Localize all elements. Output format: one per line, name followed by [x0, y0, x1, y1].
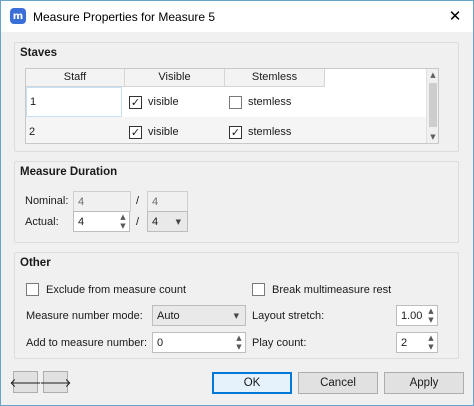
musescore-app-icon: m	[10, 8, 26, 24]
column-header-stemless[interactable]: Stemless	[225, 69, 325, 87]
next-measure-button[interactable]: 🡒	[39, 371, 72, 393]
arrow-left-icon: 🡐	[9, 375, 42, 390]
stemless-cell[interactable]: stemless	[229, 87, 291, 117]
break-multimeasure-rest-checkbox[interactable]	[252, 283, 265, 296]
table-row[interactable]: 2 ✓ visible ✓ stemless	[26, 117, 438, 143]
ok-button[interactable]: OK	[212, 372, 292, 394]
exclude-from-count-label: Exclude from measure count	[46, 283, 187, 296]
stemless-label: stemless	[248, 126, 292, 138]
scroll-down-icon[interactable]: ▼	[427, 131, 438, 143]
spin-down-icon[interactable]: ▼	[233, 343, 245, 353]
arrow-right-icon: 🡒	[39, 375, 72, 390]
visible-checkbox[interactable]: ✓	[129, 95, 142, 109]
add-to-measure-number-value: 0	[157, 336, 164, 349]
staves-group-title: Staves	[20, 47, 58, 59]
visible-checkbox[interactable]: ✓	[129, 125, 142, 139]
play-count-value: 2	[401, 336, 408, 349]
visible-cell[interactable]: ✓ visible	[129, 117, 179, 143]
scrollbar-thumb[interactable]	[429, 83, 437, 127]
spin-down-icon[interactable]: ▼	[425, 316, 437, 326]
staves-table: Staff Visible Stemless 1 ✓ visible steml…	[25, 68, 439, 144]
chevron-down-icon: ▼	[175, 218, 181, 226]
column-header-staff[interactable]: Staff	[26, 69, 125, 87]
apply-button[interactable]: Apply	[384, 372, 464, 394]
spin-up-icon[interactable]: ▲	[425, 333, 437, 343]
measure-duration-group-title: Measure Duration	[20, 166, 118, 178]
spin-down-icon[interactable]: ▼	[425, 343, 437, 353]
other-group-title: Other	[20, 257, 51, 269]
chevron-down-icon: ▼	[233, 312, 239, 320]
layout-stretch-spinbox[interactable]: 1.00 ▲ ▼	[396, 305, 438, 326]
actual-denominator-combobox[interactable]: 4 ▼	[147, 211, 188, 232]
actual-numerator-spin-buttons[interactable]: ▲ ▼	[117, 212, 129, 231]
exclude-from-count-option[interactable]: Exclude from measure count	[26, 283, 186, 296]
visible-label: visible	[148, 96, 179, 108]
actual-numerator-spinbox[interactable]: 4 ▲ ▼	[73, 211, 130, 232]
title-bar: m Measure Properties for Measure 5 ✕	[1, 1, 473, 32]
spin-down-icon[interactable]: ▼	[117, 222, 129, 232]
measure-number-mode-value: Auto	[157, 309, 180, 322]
add-to-measure-number-label: Add to measure number:	[26, 337, 148, 349]
stemless-cell[interactable]: ✓ stemless	[229, 117, 292, 143]
add-to-measure-number-spinbox[interactable]: 0 ▲ ▼	[152, 332, 246, 353]
actual-label: Actual:	[25, 216, 59, 228]
stemless-checkbox[interactable]	[229, 95, 242, 109]
visible-label: visible	[148, 126, 179, 138]
break-multimeasure-rest-option[interactable]: Break multimeasure rest	[252, 283, 391, 296]
cancel-button[interactable]: Cancel	[298, 372, 378, 394]
actual-denominator-value: 4	[152, 215, 159, 228]
nominal-label: Nominal:	[25, 195, 69, 207]
staves-scrollbar[interactable]: ▲ ▼	[426, 69, 438, 143]
close-icon[interactable]: ✕	[445, 6, 465, 26]
staves-table-header: Staff Visible Stemless	[26, 69, 438, 87]
measure-number-mode-combobox[interactable]: Auto ▼	[152, 305, 246, 326]
measure-duration-group: Measure Duration Nominal: 4 / 4 Actual: …	[14, 161, 459, 243]
play-count-label: Play count:	[252, 337, 307, 349]
nominal-separator: /	[136, 195, 140, 207]
layout-stretch-spin-buttons[interactable]: ▲ ▼	[425, 306, 437, 325]
measure-number-mode-label: Measure number mode:	[26, 310, 143, 322]
previous-measure-button[interactable]: 🡐	[9, 371, 42, 393]
staves-group: Staves Staff Visible Stemless 1 ✓ visibl…	[14, 42, 459, 152]
layout-stretch-value: 1.00	[401, 309, 423, 322]
nominal-numerator-field: 4	[73, 191, 131, 212]
other-group: Other Exclude from measure count Break m…	[14, 252, 459, 359]
nominal-denominator-field: 4	[147, 191, 188, 212]
play-count-spinbox[interactable]: 2 ▲ ▼	[396, 332, 438, 353]
window-title: Measure Properties for Measure 5	[33, 10, 216, 24]
actual-separator: /	[136, 216, 140, 228]
measure-properties-dialog: m Measure Properties for Measure 5 ✕ Sta…	[0, 0, 474, 406]
staff-number-cell[interactable]: 1	[26, 87, 122, 117]
actual-numerator-value: 4	[78, 215, 85, 228]
spin-up-icon[interactable]: ▲	[233, 333, 245, 343]
add-to-measure-number-spin-buttons[interactable]: ▲ ▼	[233, 333, 245, 352]
spin-up-icon[interactable]: ▲	[425, 306, 437, 316]
table-row[interactable]: 1 ✓ visible stemless	[26, 87, 438, 117]
play-count-spin-buttons[interactable]: ▲ ▼	[425, 333, 437, 352]
column-header-visible[interactable]: Visible	[125, 69, 225, 87]
break-multimeasure-rest-label: Break multimeasure rest	[272, 283, 392, 296]
spin-up-icon[interactable]: ▲	[117, 212, 129, 222]
visible-cell[interactable]: ✓ visible	[129, 87, 179, 117]
layout-stretch-label: Layout stretch:	[252, 310, 325, 322]
scroll-up-icon[interactable]: ▲	[427, 69, 438, 81]
stemless-checkbox[interactable]: ✓	[229, 125, 242, 139]
stemless-label: stemless	[248, 96, 292, 108]
staff-number-cell[interactable]: 2	[29, 117, 35, 143]
exclude-from-count-checkbox[interactable]	[26, 283, 39, 296]
